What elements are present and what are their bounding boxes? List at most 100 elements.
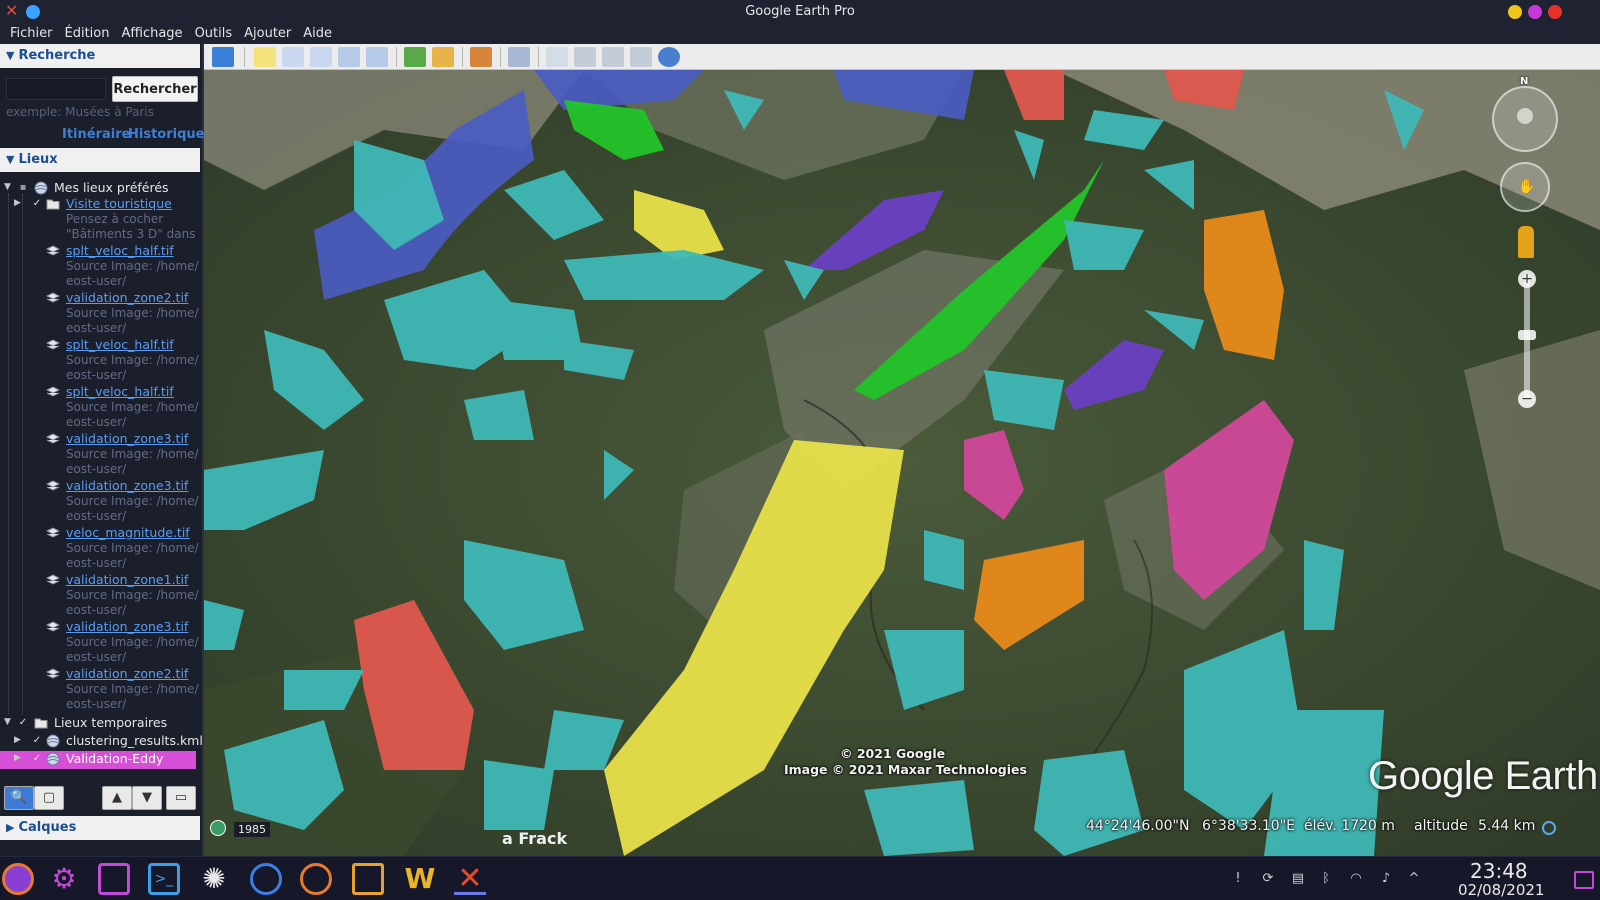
- checkbox[interactable]: ✓: [32, 754, 42, 764]
- settings-gear-icon[interactable]: ⚙: [48, 863, 80, 895]
- tree-item-description: eost-user/: [66, 274, 127, 288]
- sunlight-icon[interactable]: [432, 47, 454, 67]
- tree-item-description: eost-user/: [66, 697, 127, 711]
- print-icon[interactable]: [574, 47, 596, 67]
- street-view-pegman-icon[interactable]: [1518, 226, 1534, 258]
- sidebar-toggle-icon[interactable]: [212, 47, 234, 67]
- polygon-add-icon[interactable]: [282, 47, 304, 67]
- tree-item-description: eost-user/: [66, 462, 127, 476]
- panel-toggle-button[interactable]: ▢: [34, 786, 64, 810]
- move-up-button[interactable]: ▲: [102, 786, 132, 810]
- tree-item-label[interactable]: validation_zone1.tif: [66, 572, 188, 587]
- zoom-slider-thumb[interactable]: [1518, 330, 1536, 340]
- menu-tools[interactable]: Outils: [189, 24, 239, 44]
- tree-item-temp-places[interactable]: ▼ ✓ Lieux temporaires: [0, 715, 200, 733]
- file-manager-icon[interactable]: [352, 863, 384, 895]
- terminal-icon[interactable]: >_: [148, 863, 180, 895]
- tray-expand-icon[interactable]: ^: [1406, 871, 1422, 887]
- tree-item-label[interactable]: validation_zone3.tif: [66, 619, 188, 634]
- partial-checkbox[interactable]: ▪: [18, 183, 28, 193]
- tree-item-label[interactable]: veloc_magnitude.tif: [66, 525, 190, 540]
- globe-folder-icon: [34, 181, 48, 195]
- altitude-readout: 5.44 km: [1478, 818, 1536, 834]
- tree-item-description: Source Image: /home/: [66, 306, 199, 320]
- menu-help[interactable]: Aide: [297, 24, 338, 44]
- move-down-button[interactable]: ▼: [132, 786, 162, 810]
- minimize-button[interactable]: [1508, 5, 1522, 19]
- tree-item-label: clustering_results.kml: [66, 733, 203, 748]
- earth-3d-view[interactable]: a Frack © 2021 Google Image © 2021 Maxar…: [204, 70, 1600, 856]
- software-store-icon[interactable]: [98, 863, 130, 895]
- firefox-icon[interactable]: [300, 863, 332, 895]
- wifi-icon[interactable]: ◠: [1348, 871, 1364, 887]
- tree-item-description: Pensez à cocher: [66, 212, 164, 226]
- clipboard-icon[interactable]: ▤: [1290, 871, 1306, 887]
- image-overlay-add-icon[interactable]: [338, 47, 360, 67]
- movie-maker-icon[interactable]: [630, 47, 652, 67]
- tree-item-label[interactable]: validation_zone2.tif: [66, 666, 188, 681]
- tree-item-label[interactable]: splt_veloc_half.tif: [66, 384, 174, 399]
- tree-item-label[interactable]: splt_veloc_half.tif: [66, 243, 174, 258]
- expand-arrow-icon[interactable]: ▼: [4, 182, 11, 192]
- historical-imagery-icon[interactable]: [404, 47, 426, 67]
- path-add-icon[interactable]: [310, 47, 332, 67]
- maximize-button[interactable]: [1528, 5, 1542, 19]
- google-maps-icon[interactable]: [658, 47, 680, 67]
- history-link[interactable]: Historique: [128, 127, 204, 142]
- show-desktop-icon[interactable]: [1574, 871, 1594, 889]
- search-panel-header[interactable]: ▼ Recherche: [0, 44, 200, 68]
- terrain-map[interactable]: a Frack: [204, 70, 1600, 856]
- expand-arrow-icon[interactable]: ▶: [14, 735, 21, 745]
- tour-record-icon[interactable]: [366, 47, 388, 67]
- ruler-icon[interactable]: [508, 47, 530, 67]
- eye-icon: [1517, 108, 1533, 124]
- expand-arrow-icon[interactable]: ▶: [14, 198, 21, 208]
- checkbox[interactable]: ✓: [18, 718, 28, 728]
- search-input[interactable]: [6, 78, 106, 100]
- checkbox[interactable]: ✓: [32, 199, 42, 209]
- word-processor-icon[interactable]: W: [404, 863, 436, 895]
- menu-view[interactable]: Affichage: [115, 24, 188, 44]
- expand-arrow-icon[interactable]: ▼: [4, 717, 11, 727]
- tree-item-label[interactable]: validation_zone2.tif: [66, 290, 188, 305]
- close-button[interactable]: [1548, 5, 1562, 19]
- email-icon[interactable]: [546, 47, 568, 67]
- save-image-icon[interactable]: [602, 47, 624, 67]
- zoom-out-button[interactable]: −: [1518, 390, 1536, 408]
- bluetooth-icon[interactable]: ᛒ: [1318, 871, 1334, 887]
- menu-file[interactable]: Fichier: [4, 24, 59, 44]
- folder-menu-button[interactable]: ▭: [166, 786, 196, 810]
- planets-icon[interactable]: [470, 47, 492, 67]
- move-joystick[interactable]: ✋: [1500, 162, 1550, 212]
- clock-time[interactable]: 23:48: [1470, 859, 1528, 883]
- network-tool-icon[interactable]: ✺: [198, 863, 230, 895]
- expand-triangle-icon: ▶: [6, 821, 15, 834]
- directions-link[interactable]: Itinéraire: [62, 127, 130, 142]
- menu-add[interactable]: Ajouter: [238, 24, 297, 44]
- code-editor-icon[interactable]: [250, 863, 282, 895]
- tree-item-label[interactable]: validation_zone3.tif: [66, 478, 188, 493]
- placemark-add-icon[interactable]: [254, 47, 276, 67]
- places-panel-header[interactable]: ▼ Lieux: [0, 148, 200, 172]
- app-launcher-icon[interactable]: [2, 863, 34, 895]
- zoom-in-button[interactable]: +: [1518, 270, 1536, 288]
- tree-item-label[interactable]: Visite touristique: [66, 196, 172, 211]
- altitude-label: altitude: [1414, 818, 1468, 834]
- menu-edit[interactable]: Édition: [59, 24, 116, 44]
- update-icon[interactable]: ⟳: [1260, 871, 1276, 887]
- tree-item-kml[interactable]: ▶ ✓ clustering_results.kml: [0, 733, 203, 751]
- notification-icon[interactable]: !: [1230, 871, 1246, 887]
- clock-date[interactable]: 02/08/2021: [1458, 881, 1544, 899]
- tree-item-selected[interactable]: ▶ ✓ Validation-Eddy: [0, 751, 196, 769]
- volume-icon[interactable]: ♪: [1378, 871, 1394, 887]
- tree-item-label[interactable]: validation_zone3.tif: [66, 431, 188, 446]
- active-app-icon[interactable]: ✕: [454, 863, 486, 895]
- checkbox[interactable]: ✓: [32, 736, 42, 746]
- layers-panel-header[interactable]: ▶ Calques: [0, 816, 200, 840]
- tree-item-label[interactable]: splt_veloc_half.tif: [66, 337, 174, 352]
- network-link-icon: [46, 734, 60, 748]
- search-button[interactable]: Rechercher: [112, 76, 198, 102]
- look-joystick[interactable]: [1492, 86, 1558, 152]
- expand-arrow-icon[interactable]: ▶: [14, 753, 21, 763]
- search-toggle-button[interactable]: 🔍: [4, 786, 34, 810]
